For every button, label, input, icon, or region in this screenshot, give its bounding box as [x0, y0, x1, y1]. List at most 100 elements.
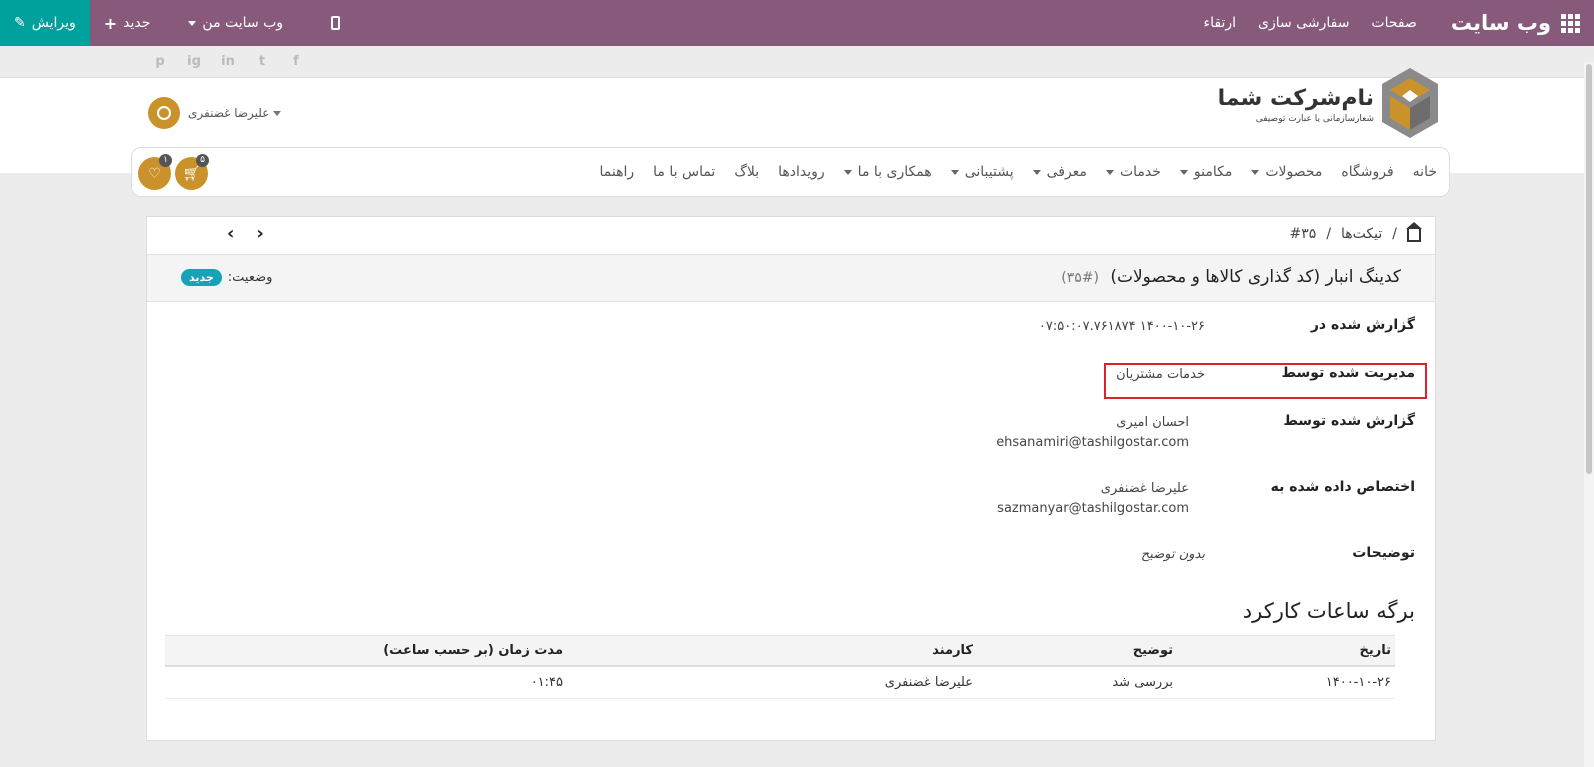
topbar-actions: ✎ ویرایش + جدید وب سایت من	[0, 0, 354, 46]
field-managed-by: مدیریت شده توسط خدمات مشتریان	[1116, 365, 1415, 385]
company-logo[interactable]: نام‌شرکت شما شعارسازمانی یا عبارت توصیفی	[1218, 66, 1440, 140]
wishlist-count: ۱	[159, 154, 172, 167]
caret-down-icon	[843, 169, 852, 175]
top-menu-upgrade[interactable]: ارتقاء	[1204, 15, 1236, 31]
my-website-dropdown[interactable]: وب سایت من	[174, 15, 297, 31]
new-button[interactable]: + جدید	[90, 14, 165, 33]
caret-down-icon	[1105, 169, 1114, 175]
field-assigned-to: اختصاص داده شده به علیرضا غضنفری sazmany…	[997, 479, 1415, 519]
nav-item-8[interactable]: رویدادها	[778, 164, 825, 180]
breadcrumb: / تیکت‌ها / #۳۵	[1289, 222, 1422, 242]
assigned-to-label: اختصاص داده شده به	[1270, 479, 1415, 495]
managed-by-label: مدیریت شده توسط	[1281, 365, 1415, 381]
nav-item-label: تماس با ما	[653, 164, 716, 180]
nav-item-label: خدمات	[1119, 164, 1161, 180]
field-description: توضیحات بدون توضیح	[1141, 545, 1415, 565]
nav-item-2[interactable]: محصولات	[1251, 164, 1322, 180]
nav-item-label: پشتیبانی	[964, 164, 1014, 180]
ticket-titlebar: کدینگ انبار (کد گذاری کالاها و محصولات) …	[147, 254, 1435, 302]
nav-item-11[interactable]: راهنما	[600, 164, 635, 180]
nav-item-10[interactable]: تماس با ما	[653, 164, 715, 180]
logo-company-name: نام‌شرکت شما	[1217, 86, 1374, 111]
reported-on-label: گزارش شده در	[1310, 317, 1415, 333]
cart-icon: 🛒︎	[182, 165, 201, 182]
managed-by-value: خدمات مشتریان	[1116, 367, 1205, 382]
edit-button[interactable]: ✎ ویرایش	[0, 0, 90, 46]
breadcrumb-current: #۳۵	[1289, 225, 1317, 242]
reported-on-value: ۱۴۰۰-۱۰-۲۶ ۰۷:۵۰:۰۷.۷۶۱۸۷۴	[1038, 319, 1205, 334]
reported-by-value: احسان امیری ehsanamiri@tashilgostar.com	[996, 413, 1189, 453]
ticket-status: وضعیت: جدید	[181, 269, 272, 286]
nav-item-9[interactable]: بلاگ	[734, 164, 759, 180]
scrollbar-thumb[interactable]	[1586, 64, 1592, 474]
my-website-label: وب سایت من	[202, 15, 284, 31]
apps-grid-icon[interactable]	[1561, 13, 1580, 33]
top-menu: صفحات سفارشی سازی ارتقاء	[1204, 15, 1417, 31]
nav-item-6[interactable]: پشتیبانی	[950, 164, 1014, 180]
header-date: تاریخ	[1359, 643, 1392, 658]
pager: ‹ ›	[227, 223, 264, 244]
chat-avatar[interactable]	[148, 97, 180, 129]
nav-item-label: معرفی	[1046, 164, 1087, 180]
edit-label: ویرایش	[31, 15, 76, 31]
assigned-to-email[interactable]: sazmanyar@tashilgostar.com	[997, 499, 1189, 519]
nav-item-label: خانه	[1412, 164, 1437, 180]
reported-by-label: گزارش شده توسط	[1283, 413, 1415, 429]
table-row: ۱۴۰۰-۱۰-۲۶ بررسی شد علیرضا غضنفری ۰۱:۴۵	[165, 667, 1395, 699]
cart-button[interactable]: 🛒︎ ۵	[175, 154, 209, 190]
nav-item-3[interactable]: مکامنو	[1179, 164, 1233, 180]
assigned-to-value: علیرضا غضنفری sazmanyar@tashilgostar.com	[997, 479, 1189, 519]
page-scrollbar[interactable]	[1584, 62, 1594, 767]
nav-item-label: مکامنو	[1193, 164, 1233, 180]
brand-title: وب سایت	[1450, 11, 1551, 35]
caret-down-icon	[950, 169, 959, 175]
username[interactable]: علیرضا غضنفری	[188, 106, 282, 120]
breadcrumb-tickets[interactable]: تیکت‌ها	[1341, 226, 1382, 242]
chevron-right-icon[interactable]: ›	[256, 223, 263, 244]
instagram-icon[interactable]: ig	[186, 54, 202, 70]
caret-down-icon	[1251, 169, 1260, 175]
nav-item-label: بلاگ	[734, 164, 760, 180]
username-text: علیرضا غضنفری	[188, 106, 270, 120]
nav-item-label: محصولات	[1265, 164, 1323, 180]
assigned-to-name: علیرضا غضنفری	[1100, 481, 1189, 496]
cell-description: بررسی شد	[1112, 675, 1173, 690]
ticket-number: (#۳۵)	[1061, 270, 1099, 286]
home-icon[interactable]	[1406, 222, 1422, 242]
admin-topbar: وب سایت صفحات سفارشی سازی ارتقاء ✎ ویرای…	[0, 0, 1594, 46]
cell-date: ۱۴۰۰-۱۰-۲۶	[1325, 675, 1391, 690]
logo-slogan: شعارسازمانی یا عبارت توصیفی	[1255, 114, 1374, 124]
nav-item-7[interactable]: همکاری با ما	[843, 164, 932, 180]
header-description: توضیح	[1132, 643, 1173, 658]
mobile-preview-button[interactable]	[307, 16, 354, 30]
status-label: وضعیت:	[227, 270, 273, 285]
cell-duration: ۰۱:۴۵	[530, 675, 563, 690]
breadcrumb-sep: /	[1326, 225, 1332, 242]
wishlist-button[interactable]: ♡ ۱	[138, 154, 172, 190]
pinterest-icon[interactable]: p	[152, 54, 168, 70]
user-menu[interactable]: علیرضا غضنفری	[148, 97, 282, 129]
top-menu-customize[interactable]: سفارشی سازی	[1258, 15, 1349, 31]
heart-icon: ♡	[148, 165, 161, 182]
nav-item-label: رویدادها	[778, 164, 825, 180]
top-menu-pages[interactable]: صفحات	[1371, 15, 1416, 31]
nav-item-0[interactable]: خانه	[1413, 164, 1437, 180]
reported-by-email[interactable]: ehsanamiri@tashilgostar.com	[996, 433, 1189, 453]
nav-item-1[interactable]: فروشگاه	[1341, 164, 1393, 180]
nav-item-4[interactable]: خدمات	[1105, 164, 1161, 180]
website-app-brand[interactable]: وب سایت	[1431, 11, 1594, 35]
nav-item-5[interactable]: معرفی	[1032, 164, 1087, 180]
logo-mark-icon	[1382, 68, 1438, 138]
plus-icon: +	[103, 13, 118, 33]
reported-by-name: احسان امیری	[1116, 415, 1189, 430]
twitter-icon[interactable]: t	[254, 54, 270, 70]
facebook-icon[interactable]: f	[288, 54, 304, 70]
nav-badges: 🛒︎ ۵ ♡ ۱	[138, 154, 209, 190]
field-reported-on: گزارش شده در ۱۴۰۰-۱۰-۲۶ ۰۷:۵۰:۰۷.۷۶۱۸۷۴	[1039, 317, 1415, 337]
chat-icon	[157, 106, 171, 120]
chevron-left-icon[interactable]: ‹	[227, 223, 234, 244]
nav-item-label: راهنما	[599, 164, 635, 180]
timesheet-title: برگه ساعات کارکرد	[1242, 599, 1415, 623]
linkedin-icon[interactable]: in	[220, 54, 236, 70]
caret-down-icon	[1032, 169, 1041, 175]
